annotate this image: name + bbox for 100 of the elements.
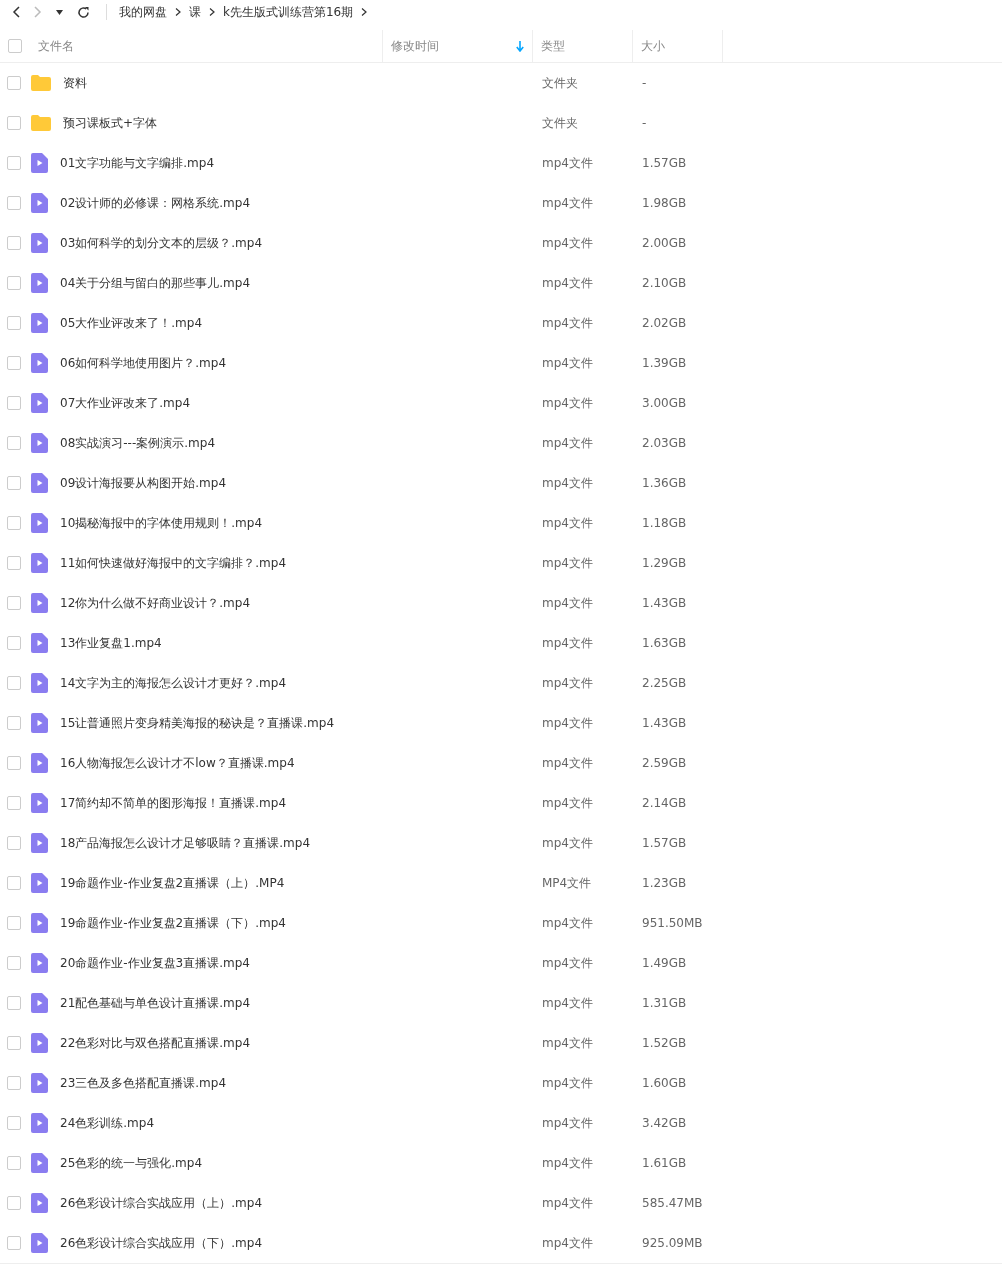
- checkbox[interactable]: [7, 796, 21, 810]
- checkbox[interactable]: [7, 756, 21, 770]
- table-cell-text: 3.00GB: [641, 396, 688, 410]
- file-name[interactable]: 05大作业评改来了！.mp4: [60, 314, 203, 332]
- folder-icon: [31, 75, 51, 91]
- checkbox[interactable]: [7, 236, 21, 250]
- file-name[interactable]: 07大作业评改来了.mp4: [60, 394, 191, 412]
- table-cell-text: mp4文件: [541, 1154, 594, 1172]
- file-name[interactable]: 23三色及多色搭配直播课.mp4: [60, 1074, 227, 1092]
- table-cell-text: mp4文件: [541, 474, 594, 492]
- column-header[interactable]: 文件名: [0, 30, 383, 62]
- checkbox[interactable]: [7, 916, 21, 930]
- checkbox[interactable]: [7, 1116, 21, 1130]
- checkbox[interactable]: [7, 316, 21, 330]
- file-name[interactable]: 06如何科学地使用图片？.mp4: [60, 354, 227, 372]
- checkbox[interactable]: [7, 876, 21, 890]
- video-file-icon: [31, 553, 48, 573]
- file-name[interactable]: 22色彩对比与双色搭配直播课.mp4: [60, 1034, 251, 1052]
- file-name[interactable]: 16人物海报怎么设计才不low？直播课.mp4: [60, 754, 295, 772]
- table-cell-text: 2.59GB: [641, 756, 688, 770]
- table-cell-text: mp4文件: [541, 394, 594, 412]
- checkbox[interactable]: [7, 116, 21, 130]
- file-name[interactable]: 09设计海报要从构图开始.mp4: [60, 474, 227, 492]
- checkbox[interactable]: [7, 556, 21, 570]
- file-name[interactable]: 21配色基础与单色设计直播课.mp4: [60, 994, 251, 1012]
- file-name[interactable]: 17简约却不简单的图形海报！直播课.mp4: [60, 794, 287, 812]
- checkbox[interactable]: [7, 956, 21, 970]
- table-cell-text: mp4文件: [541, 674, 594, 692]
- table-cell-text: 1.49GB: [641, 956, 688, 970]
- checkbox[interactable]: [7, 716, 21, 730]
- file-name[interactable]: 24色彩训练.mp4: [60, 1114, 155, 1132]
- checkbox[interactable]: [7, 1036, 21, 1050]
- checkbox[interactable]: [7, 1236, 21, 1250]
- video-file-icon: [31, 1113, 48, 1133]
- table-cell-text: 1.23GB: [641, 876, 688, 890]
- chevron-icon: [361, 8, 368, 16]
- video-file-icon: [31, 393, 48, 413]
- checkbox[interactable]: [7, 396, 21, 410]
- breadcrumb-link[interactable]: k先生版式训练营第16期: [223, 3, 354, 21]
- file-name[interactable]: 08实战演习---案例演示.mp4: [60, 434, 215, 452]
- file-name[interactable]: 12你为什么做不好商业设计？.mp4: [60, 594, 251, 612]
- table-cell-text: 2.10GB: [641, 276, 688, 290]
- file-name[interactable]: 26色彩设计综合实战应用（上）.mp4: [60, 1194, 263, 1212]
- column-header[interactable]: 类型: [533, 30, 633, 62]
- checkbox[interactable]: [7, 516, 21, 530]
- table-cell-text: 925.09MB: [641, 1236, 704, 1250]
- checkbox[interactable]: [7, 996, 21, 1010]
- table-cell-text: 1.98GB: [641, 196, 688, 210]
- file-name[interactable]: 03如何科学的划分文本的层级？.mp4: [60, 234, 263, 252]
- file-name[interactable]: 02设计师的必修课：网格系统.mp4: [60, 194, 251, 212]
- file-name[interactable]: 20命题作业-作业复盘3直播课.mp4: [60, 954, 250, 972]
- file-name[interactable]: 01文字功能与文字编排.mp4: [60, 154, 215, 172]
- checkbox[interactable]: [7, 1196, 21, 1210]
- file-name[interactable]: 15让普通照片变身精美海报的秘诀是？直播课.mp4: [60, 714, 335, 732]
- table-cell-text: 3.42GB: [641, 1116, 688, 1130]
- column-header[interactable]: 大小: [633, 30, 723, 62]
- video-file-icon: [31, 193, 48, 213]
- file-name[interactable]: 13作业复盘1.mp4: [60, 634, 162, 652]
- table-cell-text: mp4文件: [541, 714, 594, 732]
- file-name[interactable]: 11如何快速做好海报中的文字编排？.mp4: [60, 554, 287, 572]
- table-cell-text: 1.57GB: [641, 836, 688, 850]
- file-name[interactable]: 19命题作业-作业复盘2直播课（下）.mp4: [60, 914, 286, 932]
- checkbox[interactable]: [7, 636, 21, 650]
- column-header[interactable]: 修改时间: [383, 30, 533, 62]
- table-cell-text: 1.63GB: [641, 636, 688, 650]
- file-name[interactable]: 04关于分组与留白的那些事儿.mp4: [60, 274, 251, 292]
- video-file-icon: [31, 633, 48, 653]
- checkbox[interactable]: [7, 76, 21, 90]
- file-name[interactable]: 19命题作业-作业复盘2直播课（上）.MP4: [60, 874, 285, 892]
- checkbox[interactable]: [7, 476, 21, 490]
- checkbox[interactable]: [7, 356, 21, 370]
- table-cell-text: 1.36GB: [641, 476, 688, 490]
- video-file-icon: [31, 1153, 48, 1173]
- breadcrumb-link[interactable]: 课: [189, 3, 201, 21]
- table-cell-text: mp4文件: [541, 914, 594, 932]
- file-name[interactable]: 14文字为主的海报怎么设计才更好？.mp4: [60, 674, 287, 692]
- table-cell-text: mp4文件: [541, 354, 594, 372]
- table-cell-text: 1.43GB: [641, 596, 688, 610]
- table-cell-text: 1.60GB: [641, 1076, 688, 1090]
- checkbox[interactable]: [7, 1156, 21, 1170]
- checkbox[interactable]: [7, 1076, 21, 1090]
- file-name[interactable]: 10揭秘海报中的字体使用规则！.mp4: [60, 514, 263, 532]
- file-name[interactable]: 26色彩设计综合实战应用（下）.mp4: [60, 1234, 263, 1252]
- file-name[interactable]: 预习课板式+字体: [63, 114, 158, 132]
- file-name[interactable]: 25色彩的统一与强化.mp4: [60, 1154, 203, 1172]
- table-cell-text: 2.02GB: [641, 316, 688, 330]
- checkbox[interactable]: [7, 436, 21, 450]
- breadcrumb-link[interactable]: 我的网盘: [119, 3, 167, 21]
- checkbox[interactable]: [7, 596, 21, 610]
- checkbox[interactable]: [7, 196, 21, 210]
- table-cell-text: 文件夹: [541, 114, 579, 132]
- file-name[interactable]: 资料: [63, 74, 87, 92]
- video-file-icon: [31, 353, 48, 373]
- file-name[interactable]: 18产品海报怎么设计才足够吸睛？直播课.mp4: [60, 834, 311, 852]
- checkbox[interactable]: [7, 156, 21, 170]
- checkbox[interactable]: [7, 276, 21, 290]
- table-cell-text: mp4文件: [541, 274, 594, 292]
- checkbox[interactable]: [8, 39, 22, 53]
- checkbox[interactable]: [7, 836, 21, 850]
- checkbox[interactable]: [7, 676, 21, 690]
